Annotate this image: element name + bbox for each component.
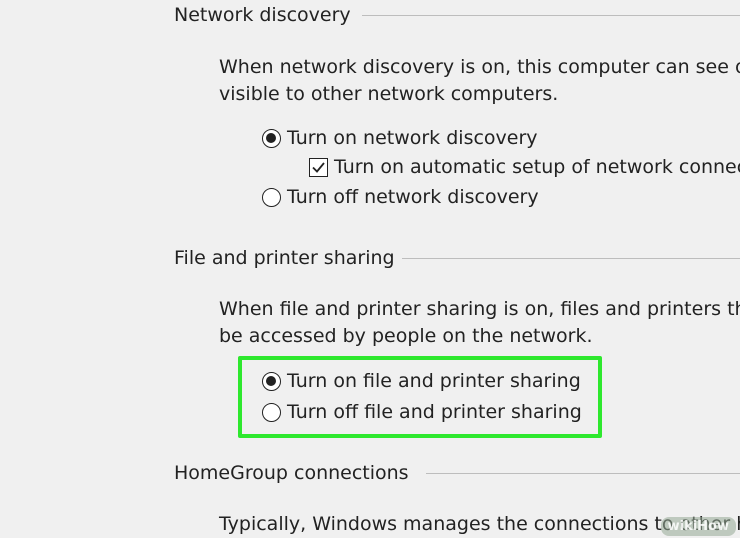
automatic-setup-label: Turn on automatic setup of network conne… [334,156,740,178]
turn-on-network-discovery-radio[interactable]: Turn on network discovery [262,123,538,153]
radio-selected-icon[interactable] [262,371,281,391]
checkmark-icon [312,161,325,173]
radio-selected-icon[interactable] [262,128,281,148]
turn-off-network-discovery-radio[interactable]: Turn off network discovery [262,182,539,212]
checkbox-checked-icon[interactable] [309,157,328,177]
homegroup-connections-heading-label: HomeGroup connections [174,462,409,484]
turn-off-file-printer-sharing-radio[interactable]: Turn off file and printer sharing [262,397,582,427]
turn-on-network-discovery-label: Turn on network discovery [287,127,538,149]
turn-on-file-printer-sharing-label: Turn on file and printer sharing [287,370,581,392]
file-printer-sharing-divider [402,258,740,259]
automatic-setup-checkbox[interactable]: Turn on automatic setup of network conne… [309,152,740,182]
advanced-sharing-settings-page: Network discovery When network discovery… [0,0,740,538]
file-printer-sharing-description-line-1: When file and printer sharing is on, fil… [219,298,740,320]
file-printer-sharing-description: When file and printer sharing is on, fil… [219,296,740,350]
network-discovery-heading-label: Network discovery [174,4,351,26]
turn-off-file-printer-sharing-label: Turn off file and printer sharing [287,401,582,423]
network-discovery-description-line-2: visible to other network computers. [219,83,559,105]
file-printer-sharing-description-line-2: be accessed by people on the network. [219,325,593,347]
network-discovery-divider [362,15,740,16]
network-discovery-heading: Network discovery [174,0,351,30]
network-discovery-description-line-1: When network discovery is on, this compu… [219,56,740,78]
turn-off-network-discovery-label: Turn off network discovery [287,186,539,208]
radio-unselected-icon[interactable] [262,187,281,207]
homegroup-connections-divider [426,473,740,474]
homegroup-connections-heading: HomeGroup connections [174,458,409,488]
radio-unselected-icon[interactable] [262,402,281,422]
wikihow-watermark: wikiHow [660,517,736,536]
turn-on-file-printer-sharing-radio[interactable]: Turn on file and printer sharing [262,366,581,396]
file-printer-sharing-heading-label: File and printer sharing [174,247,395,269]
file-printer-sharing-heading: File and printer sharing [174,243,395,273]
network-discovery-description: When network discovery is on, this compu… [219,54,740,108]
